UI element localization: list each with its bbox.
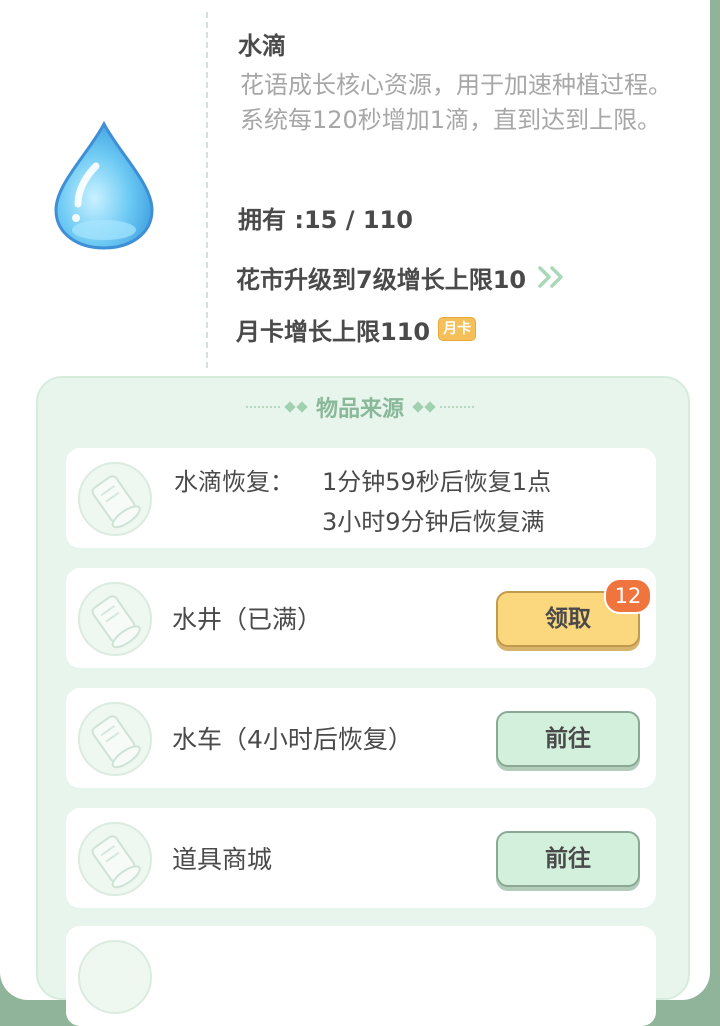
sources-header: 物品来源 bbox=[0, 392, 720, 422]
recovery-row: 水滴恢复： 1分钟59秒后恢复1点 3小时9分钟后恢复满 bbox=[66, 448, 656, 548]
source-row-well: 水井（已满） 领取 12 bbox=[66, 568, 656, 668]
claim-count-badge: 12 bbox=[604, 578, 652, 614]
item-title: 水滴 bbox=[238, 32, 286, 60]
recovery-label: 水滴恢复： bbox=[174, 468, 294, 496]
goto-button[interactable]: 前往 bbox=[496, 831, 640, 887]
monthly-card-row: 月卡增长上限110 月卡 bbox=[236, 312, 477, 346]
monthly-card-badge: 月卡 bbox=[438, 317, 477, 341]
source-row-shop: 道具商城 前往 bbox=[66, 808, 656, 908]
source-label: 道具商城 bbox=[172, 845, 273, 874]
source-row-partial bbox=[66, 926, 656, 1026]
scroll-icon bbox=[76, 700, 154, 778]
recovery-next-point: 1分钟59秒后恢复1点 bbox=[322, 468, 552, 496]
header-left-decoration bbox=[242, 401, 308, 413]
monthly-card-text: 月卡增长上限110 bbox=[236, 317, 431, 346]
market-upgrade-link[interactable]: 花市升级到7级增长上限10 bbox=[236, 260, 568, 294]
sources-title: 物品来源 bbox=[315, 397, 404, 422]
source-label: 水车（4小时后恢复） bbox=[172, 725, 413, 754]
water-drop-icon bbox=[48, 118, 160, 254]
goto-button[interactable]: 前往 bbox=[496, 711, 640, 767]
market-upgrade-text: 花市升级到7级增长上限10 bbox=[236, 265, 527, 294]
item-description: 花语成长核心资源，用于加速种植过程。系统每120秒增加1滴，直到达到上限。 bbox=[240, 71, 672, 134]
recovery-full: 3小时9分钟后恢复满 bbox=[322, 508, 545, 536]
scroll-icon bbox=[76, 460, 154, 538]
scroll-icon bbox=[76, 938, 154, 1016]
header-right-decoration bbox=[412, 401, 478, 413]
source-row-waterwheel: 水车（4小时后恢复） 前往 bbox=[66, 688, 656, 788]
scroll-icon bbox=[76, 580, 154, 658]
scroll-icon bbox=[76, 820, 154, 898]
owned-count: 拥有 :15 / 110 bbox=[238, 206, 413, 234]
double-chevron-right-icon bbox=[536, 265, 568, 289]
source-label: 水井（已满） bbox=[172, 605, 323, 634]
vertical-divider bbox=[206, 12, 208, 368]
